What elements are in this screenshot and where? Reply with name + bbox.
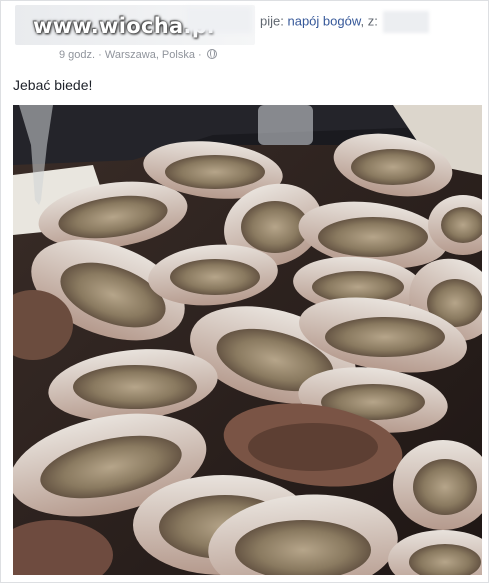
activity-drink-link[interactable]: napój bogów	[287, 13, 360, 28]
tagged-friend-blurred[interactable]	[383, 11, 430, 33]
post-location-link[interactable]: Warszawa, Polska	[105, 49, 195, 61]
post-header: www.wiocha.pl pije: napój bogów, z: 9 go…	[1, 1, 489, 71]
activity-with-label: , z:	[360, 13, 378, 29]
post-meta: 9 godz. · Warszawa, Polska ·	[59, 49, 217, 61]
post-photo[interactable]	[13, 105, 482, 575]
oysters-photo	[13, 105, 482, 575]
meta-separator: ·	[98, 49, 102, 61]
activity-prefix: pije:	[260, 13, 284, 29]
facebook-post: www.wiocha.pl pije: napój bogów, z: 9 go…	[0, 0, 489, 583]
globe-icon[interactable]	[206, 49, 217, 59]
meta-separator: ·	[198, 49, 202, 61]
activity-line: pije: napój bogów, z:	[260, 11, 430, 33]
author-name-blurred[interactable]	[186, 7, 252, 33]
post-text: Jebać biede!	[13, 77, 93, 93]
post-time-link[interactable]: 9 godz.	[59, 49, 95, 61]
